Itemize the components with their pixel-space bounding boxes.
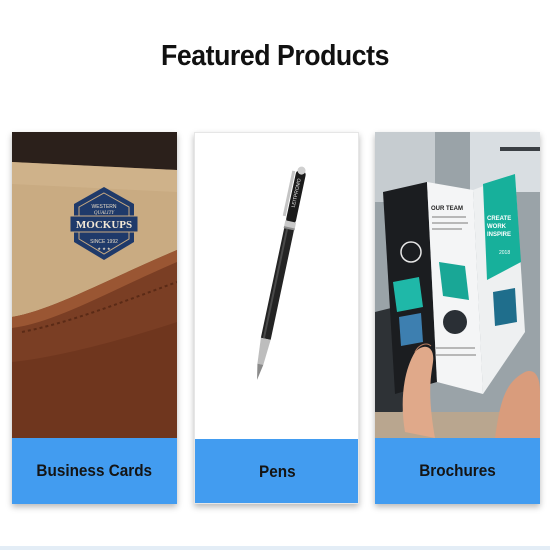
svg-text:OUR TEAM: OUR TEAM (431, 206, 463, 212)
bottom-divider (0, 546, 550, 550)
svg-text:CREATE: CREATE (487, 216, 511, 222)
svg-text:WESTERN: WESTERN (92, 204, 117, 210)
product-card-brochures[interactable]: OUR TEAM CREATE WORK INSPIRE 2018 Brochu… (375, 132, 540, 504)
svg-text:QUALITY: QUALITY (94, 211, 116, 216)
svg-text:WORK: WORK (487, 224, 507, 230)
pens-label-text: Pens (259, 462, 296, 481)
brochures-label-text: Brochures (419, 461, 496, 480)
pens-label[interactable]: Pens (195, 439, 358, 503)
product-card-pens[interactable]: LEITPROMO Pens (194, 132, 359, 504)
business-cards-label[interactable]: Business Cards (12, 438, 177, 504)
business-cards-image[interactable]: WESTERN QUALITY MOCKUPS SINCE 1992 ★ ★ ★ (12, 132, 177, 438)
brochures-label[interactable]: Brochures (375, 438, 540, 504)
svg-text:SINCE 1992: SINCE 1992 (90, 239, 118, 245)
pens-image[interactable]: LEITPROMO (195, 133, 358, 439)
brochures-image[interactable]: OUR TEAM CREATE WORK INSPIRE 2018 (375, 132, 540, 438)
page-title: Featured Products (161, 40, 389, 72)
svg-text:INSPIRE: INSPIRE (487, 232, 511, 238)
svg-text:★ ★ ★: ★ ★ ★ (97, 246, 111, 251)
svg-text:MOCKUPS: MOCKUPS (76, 219, 132, 231)
svg-text:2018: 2018 (499, 250, 510, 256)
business-cards-label-text: Business Cards (36, 461, 153, 480)
product-card-business-cards[interactable]: WESTERN QUALITY MOCKUPS SINCE 1992 ★ ★ ★… (12, 132, 177, 504)
